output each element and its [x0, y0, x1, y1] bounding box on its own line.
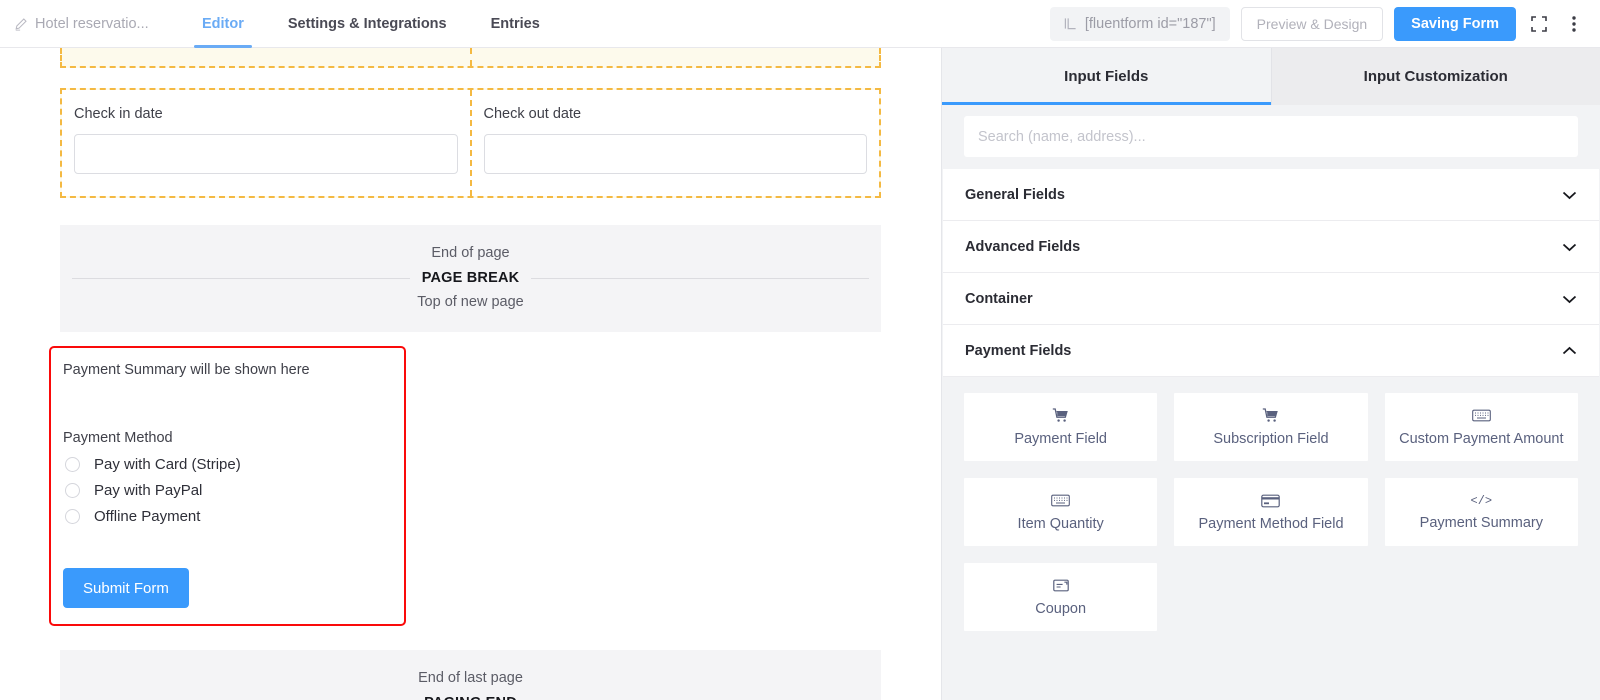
container-row-partial[interactable] — [60, 48, 881, 68]
check-out-date-input[interactable] — [484, 134, 868, 174]
form-title-editor[interactable]: Hotel reservatio... — [14, 16, 164, 32]
payment-fields-grid: Payment Field Subscription Field Cus — [942, 377, 1600, 665]
field-card-label: Coupon — [1035, 601, 1086, 617]
page-break-bottom-text: Top of new page — [60, 294, 881, 310]
field-card-payment-field[interactable]: Payment Field — [964, 393, 1157, 461]
radio-icon[interactable] — [65, 457, 80, 472]
container-column-partial-left[interactable] — [62, 48, 470, 66]
radio-icon[interactable] — [65, 509, 80, 524]
nav-tab-editor[interactable]: Editor — [180, 0, 266, 48]
shortcode-pill[interactable]: [fluentform id="187"] — [1050, 7, 1230, 41]
coupon-icon — [1053, 577, 1069, 594]
payment-method-option-label: Pay with PayPal — [94, 482, 202, 499]
paging-end-top-text: End of last page — [60, 670, 881, 686]
search-container — [942, 105, 1600, 169]
panel-tabs: Input Fields Input Customization — [942, 48, 1600, 105]
accordion-header-payment-fields[interactable]: Payment Fields — [943, 325, 1599, 377]
payment-summary-block-selected[interactable]: Payment Summary will be shown here Payme… — [49, 346, 406, 626]
code-tag-icon: </> — [1471, 494, 1493, 508]
shopping-cart-icon — [1052, 407, 1069, 424]
payment-method-option-label: Offline Payment — [94, 508, 200, 525]
shortcode-bracket-icon — [1064, 17, 1077, 30]
chevron-down-icon — [1562, 190, 1577, 200]
right-panel: Input Fields Input Customization General… — [941, 48, 1600, 700]
fullscreen-icon[interactable] — [1527, 12, 1551, 36]
field-card-label: Payment Method Field — [1198, 516, 1343, 532]
shopping-cart-icon — [1262, 407, 1279, 424]
field-card-custom-payment-amount[interactable]: Custom Payment Amount — [1385, 393, 1578, 461]
field-card-subscription-field[interactable]: Subscription Field — [1174, 393, 1367, 461]
payment-summary-placeholder-text: Payment Summary will be shown here — [63, 362, 392, 378]
keyboard-icon — [1051, 492, 1070, 509]
saving-form-button[interactable]: Saving Form — [1394, 7, 1516, 41]
paging-end-divider: PAGING END — [60, 693, 881, 700]
field-card-coupon[interactable]: Coupon — [964, 563, 1157, 631]
tab-input-fields[interactable]: Input Fields — [942, 48, 1271, 105]
submit-form-button[interactable]: Submit Form — [63, 568, 189, 608]
check-in-date-input[interactable] — [74, 134, 458, 174]
paging-end-label: PAGING END — [412, 695, 529, 700]
accordion-header-container[interactable]: Container — [943, 273, 1599, 325]
accordion-title: General Fields — [965, 187, 1065, 203]
accordion-title: Payment Fields — [965, 343, 1071, 359]
top-header-bar: Hotel reservatio... Editor Settings & In… — [0, 0, 1600, 48]
check-out-date-label: Check out date — [484, 106, 868, 122]
payment-method-option-offline[interactable]: Offline Payment — [63, 508, 392, 525]
chevron-down-icon — [1562, 242, 1577, 252]
field-card-payment-summary[interactable]: </> Payment Summary — [1385, 478, 1578, 546]
field-card-label: Payment Field — [1014, 431, 1107, 447]
payment-method-option-paypal[interactable]: Pay with PayPal — [63, 482, 392, 499]
pencil-icon — [14, 17, 28, 31]
accordion-header-general-fields[interactable]: General Fields — [943, 169, 1599, 221]
chevron-up-icon — [1562, 346, 1577, 356]
more-vertical-icon[interactable] — [1562, 12, 1586, 36]
payment-method-label: Payment Method — [63, 430, 392, 446]
page-break-block[interactable]: End of page PAGE BREAK Top of new page — [60, 225, 881, 332]
accordion-title: Container — [965, 291, 1033, 307]
main-nav-tabs: Editor Settings & Integrations Entries — [180, 0, 562, 48]
field-card-item-quantity[interactable]: Item Quantity — [964, 478, 1157, 546]
field-card-label: Subscription Field — [1213, 431, 1328, 447]
tab-input-customization[interactable]: Input Customization — [1271, 48, 1600, 105]
shortcode-text: [fluentform id="187"] — [1085, 16, 1216, 32]
paging-end-block[interactable]: End of last page PAGING END — [60, 650, 881, 700]
field-card-label: Custom Payment Amount — [1399, 431, 1563, 447]
field-card-label: Item Quantity — [1018, 516, 1104, 532]
field-card-label: Payment Summary — [1420, 515, 1543, 531]
page-break-top-text: End of page — [60, 245, 881, 261]
container-column-check-out[interactable]: Check out date — [470, 90, 880, 196]
chevron-down-icon — [1562, 294, 1577, 304]
container-column-partial-right[interactable] — [470, 48, 880, 66]
payment-method-option-stripe[interactable]: Pay with Card (Stripe) — [63, 456, 392, 473]
field-groups-accordion: General Fields Advanced Fields Container… — [943, 169, 1599, 377]
nav-tab-entries[interactable]: Entries — [469, 0, 562, 48]
form-title-text: Hotel reservatio... — [35, 16, 149, 32]
page-break-label: PAGE BREAK — [410, 270, 532, 286]
container-row-dates[interactable]: Check in date Check out date — [60, 88, 881, 198]
credit-card-icon — [1261, 492, 1280, 509]
form-editor-canvas: Check in date Check out date End of page… — [0, 48, 941, 700]
accordion-title: Advanced Fields — [965, 239, 1080, 255]
header-actions: [fluentform id="187"] Preview & Design S… — [1050, 7, 1586, 41]
field-card-payment-method-field[interactable]: Payment Method Field — [1174, 478, 1367, 546]
search-input[interactable] — [964, 116, 1578, 157]
preview-design-button[interactable]: Preview & Design — [1241, 7, 1384, 41]
keyboard-icon — [1472, 407, 1491, 424]
nav-tab-settings-integrations[interactable]: Settings & Integrations — [266, 0, 469, 48]
payment-method-option-label: Pay with Card (Stripe) — [94, 456, 241, 473]
radio-icon[interactable] — [65, 483, 80, 498]
accordion-header-advanced-fields[interactable]: Advanced Fields — [943, 221, 1599, 273]
check-in-date-label: Check in date — [74, 106, 458, 122]
page-break-divider: PAGE BREAK — [60, 268, 881, 288]
container-column-check-in[interactable]: Check in date — [62, 90, 470, 196]
